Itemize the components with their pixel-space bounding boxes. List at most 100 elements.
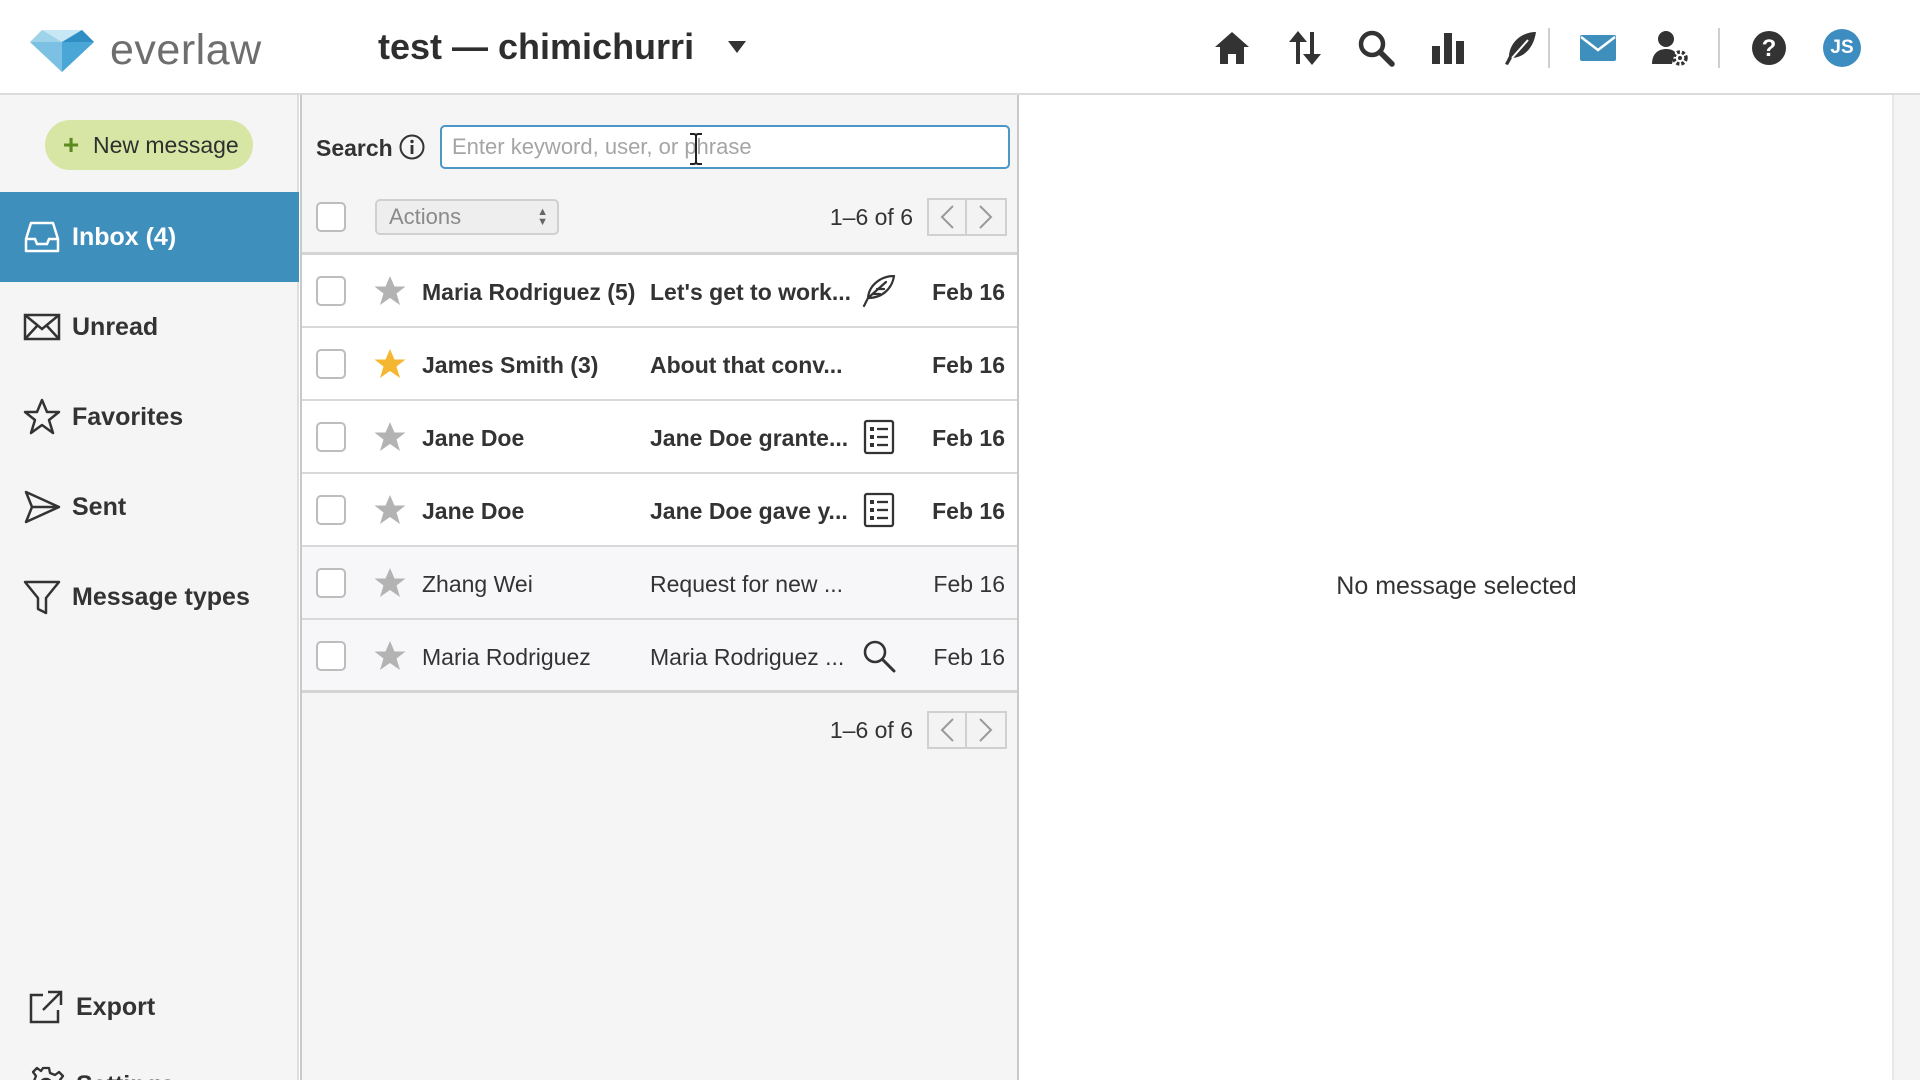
text-cursor-icon: [690, 133, 702, 165]
top-pager: 1–6 of 6: [830, 198, 1007, 236]
message-date: Feb 16: [933, 644, 1005, 670]
sort-arrows-icon[interactable]: [1281, 25, 1327, 71]
row-checkbox[interactable]: [316, 568, 346, 598]
sidebar-item-label: Sent: [72, 492, 127, 521]
message-row[interactable]: Jane Doe Jane Doe grante... Feb 16: [302, 401, 1017, 474]
row-checkbox[interactable]: [316, 495, 346, 525]
chevron-left-icon: [940, 718, 954, 742]
next-page-button[interactable]: [967, 711, 1007, 749]
select-all-checkbox[interactable]: [316, 202, 346, 232]
row-checkbox[interactable]: [316, 276, 346, 306]
star-icon[interactable]: [373, 493, 407, 527]
row-checkbox[interactable]: [316, 349, 346, 379]
plus-icon: +: [62, 129, 80, 160]
diamond-logo-icon: [30, 29, 94, 72]
inbox-icon: [24, 221, 60, 253]
star-icon[interactable]: [373, 420, 407, 454]
svg-text:?: ?: [1762, 35, 1777, 62]
prev-page-button[interactable]: [927, 711, 967, 749]
new-message-button[interactable]: + New message: [45, 120, 253, 170]
message-date: Feb 16: [933, 571, 1005, 597]
top-header: everlaw test — chimichurri ? JS: [0, 0, 1920, 95]
pager-text: 1–6 of 6: [829, 716, 913, 743]
message-subject: Maria Rodriguez ...: [650, 644, 845, 670]
row-checkbox[interactable]: [316, 641, 346, 671]
user-settings-icon[interactable]: [1647, 25, 1693, 71]
bottom-pager: 1–6 of 6: [830, 711, 1007, 749]
message-row[interactable]: James Smith (3) About that conv... Feb 1…: [302, 328, 1017, 401]
message-sender: James Smith (3): [422, 352, 599, 378]
message-subject: Let's get to work...: [650, 279, 851, 305]
message-row[interactable]: Maria Rodriguez Maria Rodriguez ... Feb …: [302, 620, 1017, 693]
message-row[interactable]: Jane Doe Jane Doe gave y... Feb 16: [302, 474, 1017, 547]
star-filled-icon[interactable]: [373, 347, 407, 381]
project-selector[interactable]: test — chimichurri: [378, 26, 747, 68]
next-page-button[interactable]: [967, 198, 1007, 236]
search-icon: [863, 640, 896, 673]
envelope-icon: [23, 313, 61, 341]
search-icon[interactable]: [1353, 25, 1399, 71]
info-icon[interactable]: [398, 133, 426, 161]
message-date: Feb 16: [932, 498, 1005, 524]
actions-label: Actions: [389, 204, 462, 229]
star-icon[interactable]: [373, 274, 407, 308]
sidebar-item-favorites[interactable]: Favorites: [0, 372, 299, 462]
sidebar: + New message Inbox (4) Unread Favorites…: [0, 95, 299, 1080]
home-icon[interactable]: [1209, 25, 1255, 71]
message-date: Feb 16: [932, 352, 1005, 378]
search-label: Search: [316, 135, 393, 161]
empty-state-text: No message selected: [1336, 572, 1577, 600]
export-icon: [29, 990, 63, 1024]
message-preview-pane: No message selected: [1021, 95, 1892, 1080]
message-subject: Request for new ...: [650, 571, 844, 597]
message-row[interactable]: Zhang Wei Request for new ... Feb 16: [302, 547, 1017, 620]
project-title[interactable]: test — chimichurri: [378, 26, 694, 68]
nav-divider: [1548, 28, 1550, 68]
caret-down-icon[interactable]: [728, 41, 747, 53]
divider: [302, 690, 1017, 693]
message-sender: Jane Doe: [422, 498, 525, 524]
export-button[interactable]: Export: [0, 967, 299, 1047]
message-subject: Jane Doe grante...: [650, 425, 849, 451]
settings-button[interactable]: Settings: [0, 1045, 299, 1080]
send-icon: [24, 490, 61, 524]
mail-icon[interactable]: [1575, 25, 1621, 71]
gear-icon: [31, 1066, 65, 1080]
message-subject: Jane Doe gave y...: [650, 498, 848, 524]
search-input[interactable]: [440, 125, 1010, 169]
pager-text: 1–6 of 6: [829, 203, 913, 230]
sidebar-item-label: Message types: [72, 582, 250, 611]
chevron-right-icon: [979, 205, 993, 229]
feather-pen-icon: [862, 274, 896, 308]
chevron-right-icon: [979, 718, 993, 742]
new-message-label: New message: [93, 131, 239, 158]
message-date: Feb 16: [932, 279, 1005, 305]
bar-chart-icon[interactable]: [1425, 25, 1471, 71]
actions-dropdown[interactable]: Actions ▲ ▼: [375, 199, 559, 235]
message-rows: Maria Rodriguez (5) Let's get to work...…: [302, 255, 1017, 693]
row-checkbox[interactable]: [316, 422, 346, 452]
message-subject: About that conv...: [650, 352, 843, 378]
sidebar-item-sent[interactable]: Sent: [0, 462, 299, 552]
star-icon[interactable]: [373, 639, 407, 673]
select-arrows-icon: ▲ ▼: [537, 206, 548, 228]
logo-text: everlaw: [110, 26, 262, 74]
sidebar-item-unread[interactable]: Unread: [0, 282, 299, 372]
filter-funnel-icon: [23, 580, 61, 615]
sidebar-item-label: Inbox (4): [72, 222, 177, 251]
help-icon[interactable]: ?: [1746, 25, 1792, 71]
star-icon[interactable]: [373, 566, 407, 600]
scrollbar[interactable]: [1892, 95, 1920, 1080]
user-avatar[interactable]: JS: [1823, 29, 1861, 67]
everlaw-logo[interactable]: everlaw: [28, 26, 262, 75]
sidebar-item-message-types[interactable]: Message types: [0, 552, 299, 642]
sidebar-item-label: Favorites: [72, 402, 184, 431]
prev-page-button[interactable]: [927, 198, 967, 236]
message-list-panel: Search Actions ▲▼ 1–6 of 6 Maria Rodrigu…: [300, 95, 1019, 1080]
sidebar-item-inbox[interactable]: Inbox (4): [0, 192, 299, 282]
list-document-icon: [863, 492, 895, 528]
feather-pen-icon[interactable]: [1497, 25, 1543, 71]
message-row[interactable]: Maria Rodriguez (5) Let's get to work...…: [302, 255, 1017, 328]
list-document-icon: [863, 419, 895, 455]
message-date: Feb 16: [932, 425, 1005, 451]
